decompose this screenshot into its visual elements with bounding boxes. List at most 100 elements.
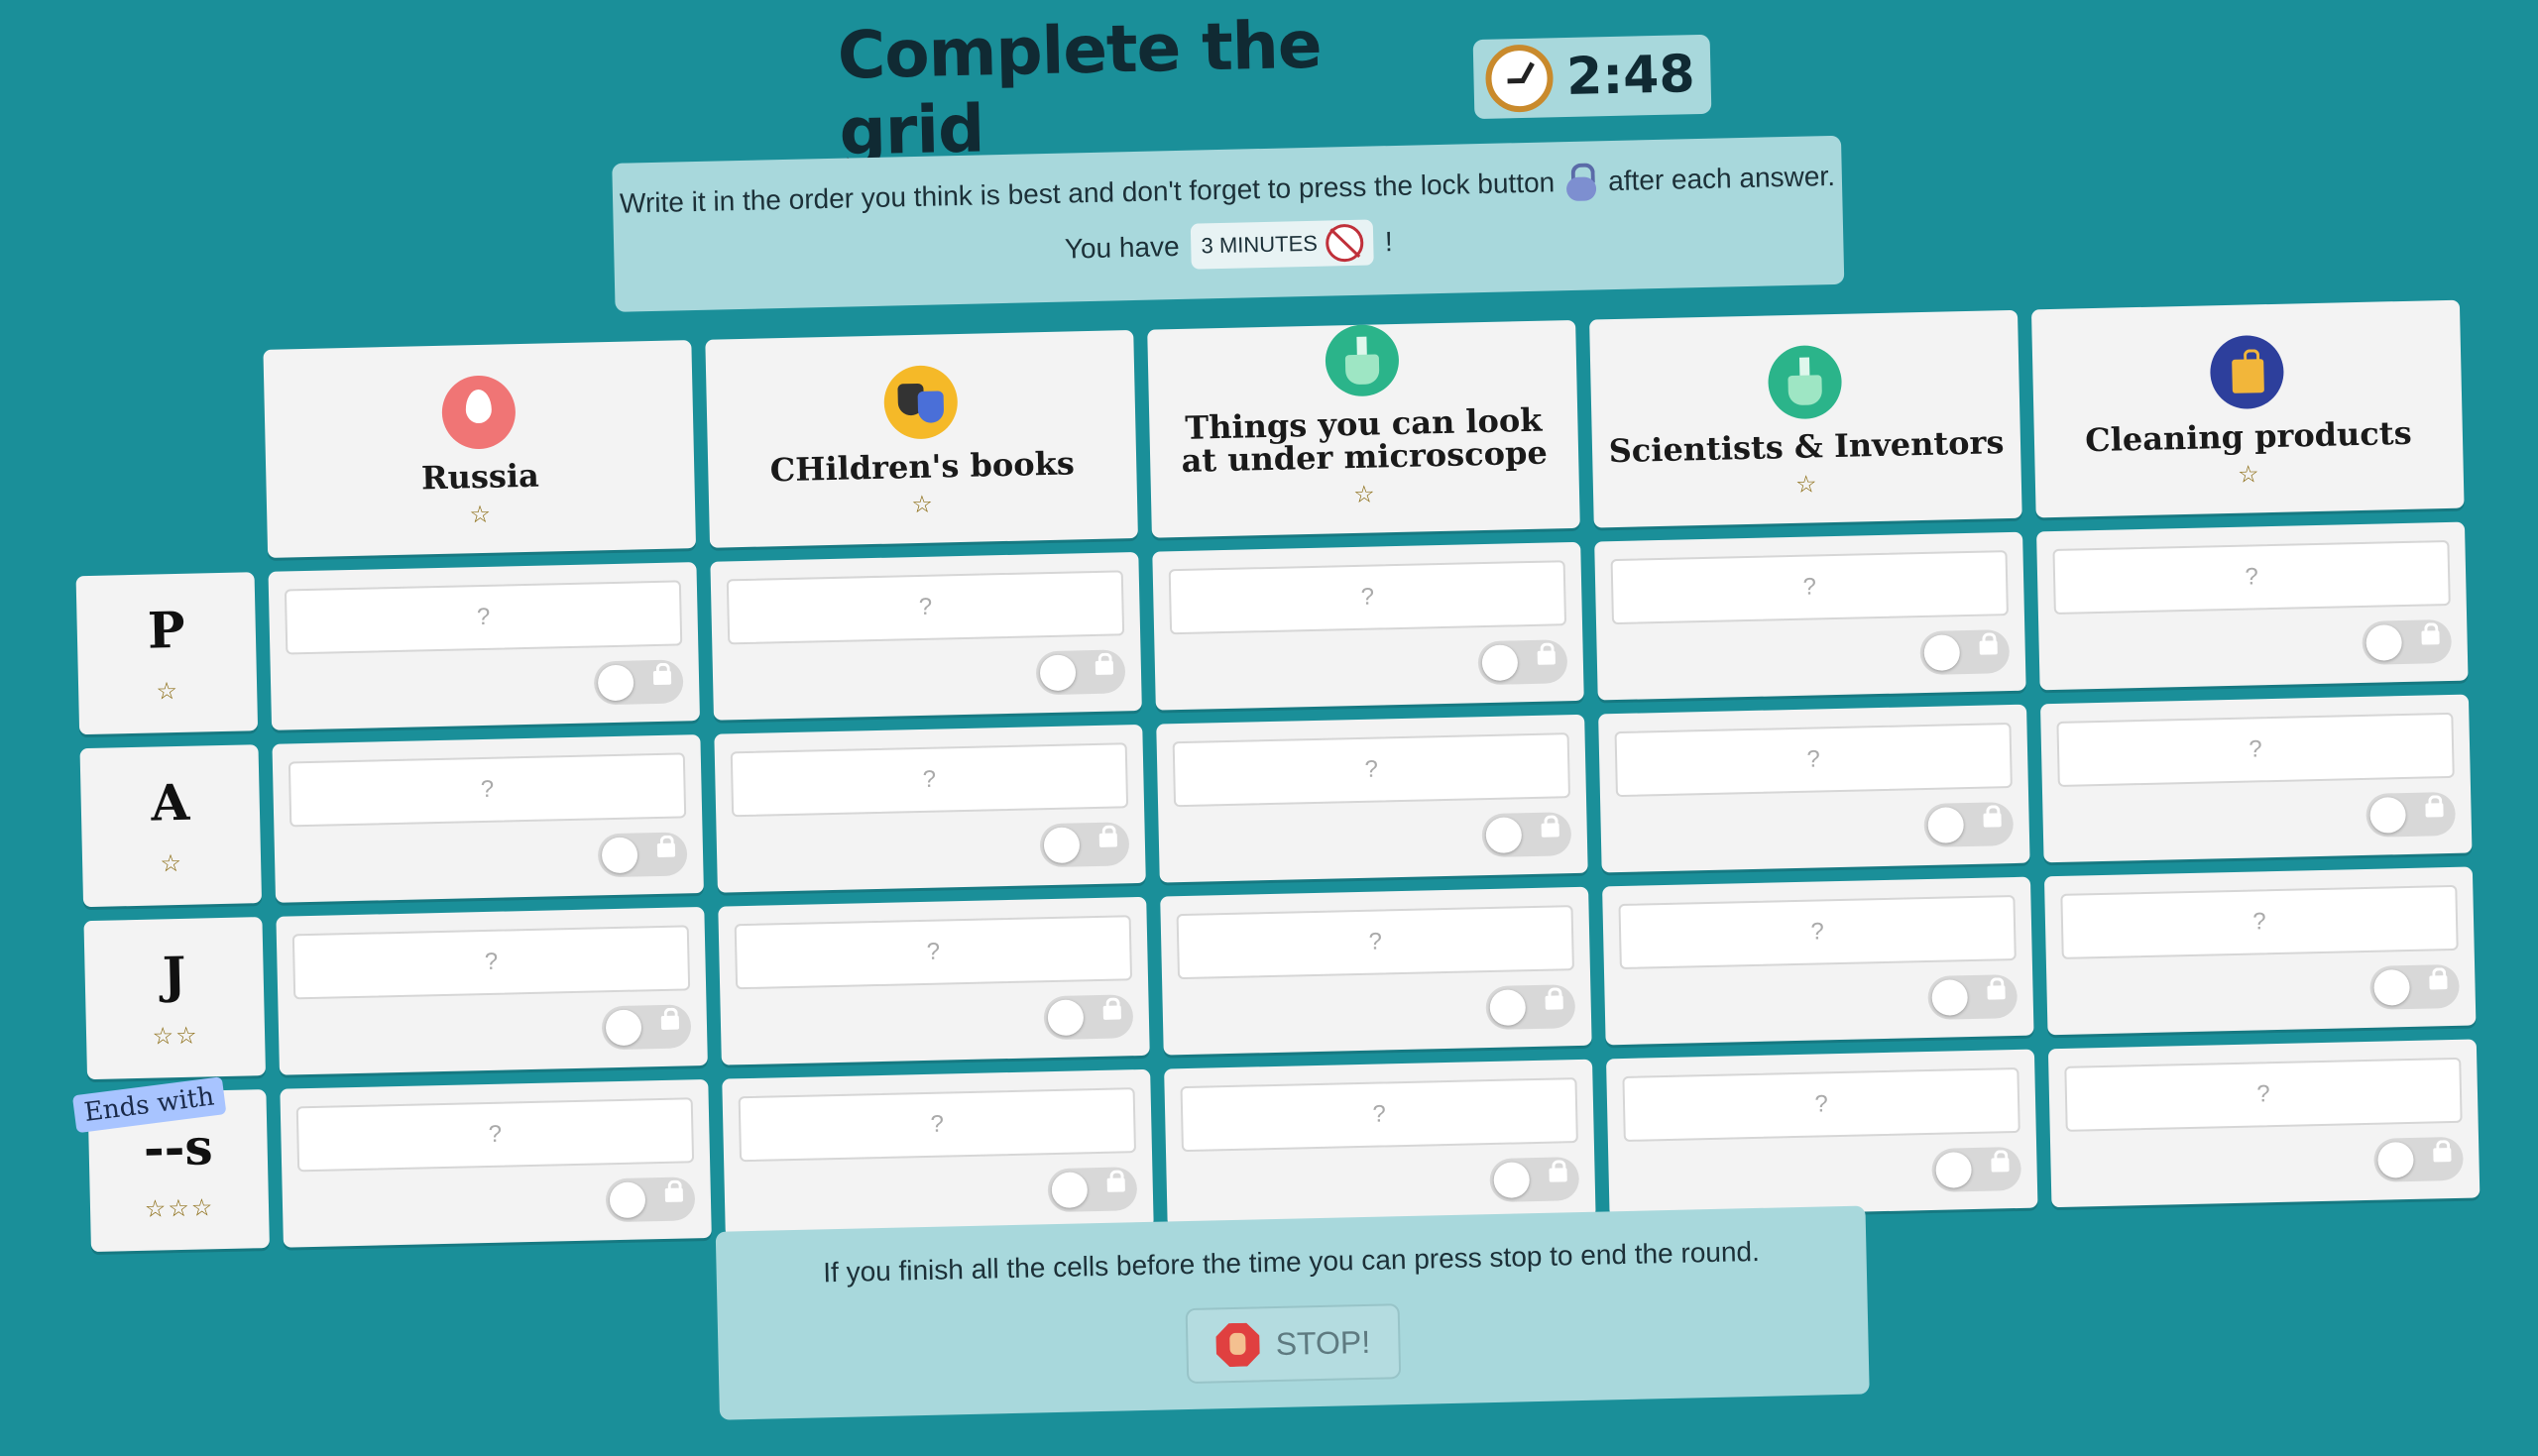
lock-toggle[interactable]: [1477, 639, 1568, 686]
star-icon: ☆: [469, 501, 494, 529]
answer-cell: [1605, 1049, 2038, 1218]
lock-icon: [2425, 803, 2444, 818]
star-icon: ☆: [156, 677, 180, 706]
lock-toggle[interactable]: [1043, 994, 1134, 1041]
answer-input[interactable]: [295, 1097, 695, 1173]
lock-toggle[interactable]: [1039, 822, 1130, 868]
answer-input[interactable]: [2064, 1057, 2463, 1132]
answer-cell: [268, 562, 701, 730]
lock-toggle[interactable]: [2365, 791, 2457, 838]
category-header: Things you can look at under microscope …: [1147, 319, 1580, 538]
lock-icon: [1979, 640, 1998, 655]
lock-icon: [660, 1015, 680, 1030]
grid-corner: [70, 350, 254, 562]
lock-toggle[interactable]: [1931, 1146, 2022, 1192]
row-letter: J: [162, 945, 187, 1005]
answer-input[interactable]: [730, 742, 1129, 818]
lock-toggle[interactable]: [1923, 802, 2015, 848]
toggle-knob: [2377, 1141, 2414, 1178]
toggle-knob: [1493, 1162, 1531, 1198]
title-row: Complete the grid 2:48: [837, 7, 1712, 170]
answer-input[interactable]: [738, 1087, 1137, 1163]
game-stage: Complete the grid 2:48 Write it in the o…: [0, 0, 2538, 1456]
lock-toggle[interactable]: [1489, 1157, 1580, 1203]
answer-input[interactable]: [2052, 539, 2451, 616]
answer-input[interactable]: [1168, 560, 1567, 635]
answer-input[interactable]: [1614, 723, 2013, 798]
answer-input[interactable]: [291, 925, 691, 1000]
stop-hand-icon: [1215, 1322, 1260, 1367]
answer-input[interactable]: [734, 915, 1133, 990]
answer-input[interactable]: [1622, 1066, 2020, 1142]
category-title: Things you can look at under microscope: [1181, 400, 1549, 481]
category-title: Scientists & Inventors: [1608, 423, 2005, 471]
star-icon: ☆: [160, 849, 184, 878]
lock-icon: [1098, 833, 1118, 847]
lock-toggle[interactable]: [1047, 1167, 1138, 1213]
star-icon: ☆: [1352, 481, 1378, 509]
lock-toggle[interactable]: [2362, 618, 2453, 665]
answer-cell: [280, 1078, 712, 1248]
row-letter: P: [147, 600, 186, 660]
lock-toggle[interactable]: [1927, 973, 2019, 1020]
answer-input[interactable]: [284, 580, 683, 655]
lock-icon: [1106, 1177, 1125, 1192]
timer: 2:48: [1472, 34, 1712, 120]
lock-toggle[interactable]: [593, 659, 684, 706]
toggle-knob: [1039, 654, 1077, 692]
category-header: Scientists & Inventors ☆: [1589, 309, 2022, 528]
toggle-knob: [609, 1181, 646, 1219]
lock-icon: [2429, 975, 2448, 990]
star-icon: ☆☆: [152, 1022, 199, 1051]
answer-cell: [2043, 866, 2477, 1036]
answer-input[interactable]: [726, 570, 1125, 645]
shopping-bag-icon: [2209, 335, 2285, 410]
time-text: You have: [1064, 230, 1180, 265]
stop-label: STOP!: [1275, 1323, 1371, 1362]
answer-input[interactable]: [1172, 732, 1571, 808]
answer-input[interactable]: [1610, 550, 2009, 625]
lock-icon: [1545, 995, 1563, 1010]
answer-input[interactable]: [1176, 905, 1574, 980]
answer-cell: [1598, 704, 2030, 873]
no-clock-icon: [1325, 223, 1364, 263]
lock-toggle[interactable]: [1035, 649, 1126, 696]
answer-cell: [276, 906, 708, 1075]
footer-panel: If you finish all the cells before the t…: [715, 1205, 1870, 1420]
answer-input[interactable]: [2060, 884, 2459, 959]
game-grid: Russia ☆ CHildren's books ☆ Things you c…: [70, 299, 2480, 1253]
answer-cell: [2047, 1039, 2480, 1208]
lock-toggle[interactable]: [2369, 963, 2461, 1010]
lock-toggle[interactable]: [601, 1004, 692, 1051]
lock-icon: [1991, 1158, 2010, 1173]
answer-cell: [1594, 531, 2026, 701]
instructions-panel: Write it in the order you think is best …: [612, 135, 1845, 312]
category-header: CHildren's books ☆: [705, 330, 1138, 548]
toggle-knob: [1051, 1172, 1089, 1209]
star-icon: ☆☆☆: [144, 1194, 215, 1223]
toggle-knob: [1489, 989, 1527, 1027]
stop-button[interactable]: STOP!: [1185, 1303, 1401, 1385]
lock-toggle[interactable]: [1485, 984, 1576, 1031]
instructions-text: Write it in the order you think is best …: [619, 167, 1556, 219]
answer-input[interactable]: [1618, 894, 2017, 970]
answer-cell: [272, 734, 704, 903]
answer-cell: [1160, 886, 1592, 1056]
lock-toggle[interactable]: [597, 832, 688, 878]
flask-icon: [1325, 323, 1400, 397]
lock-toggle[interactable]: [2373, 1136, 2464, 1182]
lock-toggle[interactable]: [605, 1176, 696, 1223]
answer-cell: [1152, 541, 1584, 711]
lock-icon: [1549, 1168, 1567, 1182]
page-title: Complete the grid: [836, 6, 1323, 170]
row-header: Ends with --s ☆☆☆: [71, 1076, 270, 1253]
answer-input[interactable]: [1180, 1077, 1578, 1153]
lock-icon: [2421, 630, 2440, 645]
answer-input[interactable]: [288, 752, 687, 828]
lock-icon: [2433, 1148, 2452, 1163]
row-header: A ☆: [79, 744, 263, 908]
lock-icon: [1566, 163, 1597, 201]
lock-toggle[interactable]: [1919, 629, 2011, 676]
lock-toggle[interactable]: [1481, 812, 1572, 858]
answer-input[interactable]: [2056, 712, 2455, 787]
